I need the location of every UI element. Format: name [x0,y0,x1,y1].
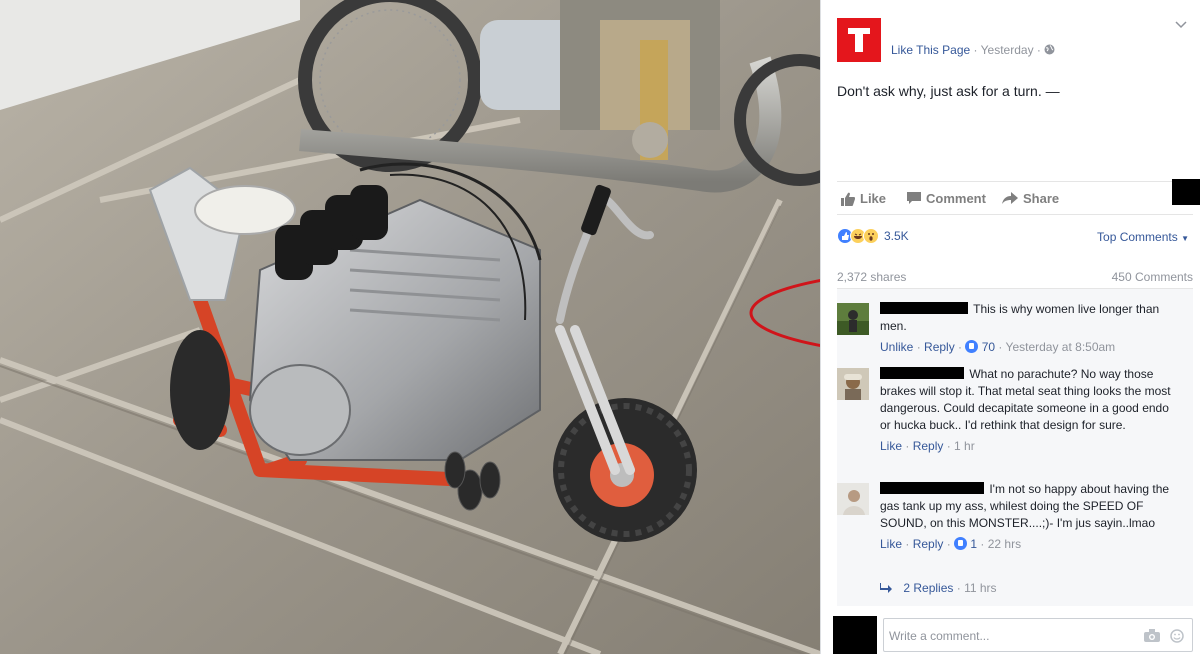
comment-time[interactable]: 22 hrs [988,537,1021,551]
like-label: Like [860,191,887,206]
commenter-avatar[interactable] [837,368,869,400]
like-link[interactable]: Like [880,537,902,551]
comment-actions: Unlike · Reply · 70 · Yesterday at 8:50a… [880,340,1116,354]
replies-label: 2 Replies [903,581,954,595]
comment-label: Comment [926,191,986,206]
post-meta: Like This Page · Yesterday · [891,43,1055,57]
reply-link[interactable]: Reply [913,439,944,453]
redacted-name [880,367,964,379]
caret-down-icon: ▼ [1181,234,1189,243]
post-actions-bar: Like Comment Share [837,179,1200,215]
comment-body: I'm not so happy about having the gas ta… [880,481,1181,532]
page-logo-icon [848,28,870,52]
redacted-avatar [1172,179,1200,205]
stats-row: 2,372 shares 450 Comments [837,270,1193,284]
share-arrow-icon [1002,192,1018,204]
comment-composer: Write a comment... [833,616,1193,654]
comment-actions: Like · Reply · 1 hr [880,439,975,453]
commenter-avatar[interactable] [837,483,869,515]
post-timestamp[interactable]: Yesterday [981,43,1034,57]
page-avatar[interactable] [837,18,881,62]
comment-item: This is why women live longer than men. … [837,301,1181,356]
comment-like-count[interactable]: 1 [970,537,977,551]
post-header: Like This Page · Yesterday · [837,18,1187,62]
top-comments-dropdown[interactable]: Top Comments ▼ [1097,230,1189,244]
meta-separator-2: · [1036,43,1041,57]
reply-link[interactable]: Reply [924,340,955,354]
comment-placeholder: Write a comment... [889,629,990,643]
comment-body: This is why women live longer than men. [880,301,1181,335]
meta-separator: · [973,43,978,57]
comment-like-count[interactable]: 70 [982,340,995,354]
post-options-chevron-icon[interactable] [1175,18,1187,32]
comment-item: I'm not so happy about having the gas ta… [837,481,1181,553]
comment-time[interactable]: 1 hr [954,439,975,453]
globe-icon [1044,44,1055,55]
post-text: Don't ask why, just ask for a turn. — [837,83,1060,99]
commenter-avatar[interactable] [837,303,869,335]
shares-count[interactable]: 2,372 shares [837,270,906,284]
share-button[interactable]: Share [1002,191,1059,206]
post-side-panel: Like This Page · Yesterday · Don't ask w… [820,0,1200,654]
redacted-name [880,482,984,494]
comment-body: What no parachute? No way those brakes w… [880,366,1181,434]
comment-item: What no parachute? No way those brakes w… [837,366,1181,455]
like-count-icon [954,537,968,550]
reply-arrow-icon [880,583,892,593]
share-label: Share [1023,191,1060,206]
unlike-link[interactable]: Unlike [880,340,913,354]
comment-bubble-icon [907,192,921,204]
post-photo[interactable] [0,0,820,654]
emoji-icon[interactable] [1170,629,1184,643]
reaction-count: 3.5K [884,229,909,243]
reply-link[interactable]: Reply [913,537,944,551]
comment-input[interactable]: Write a comment... [883,618,1193,652]
thumbs-up-icon [841,192,855,206]
minibike-photo-illustration [0,0,820,654]
comment-time[interactable]: Yesterday at 8:50am [1006,340,1116,354]
redacted-name [880,302,968,314]
comment-button[interactable]: Comment [907,191,986,206]
top-comments-label: Top Comments [1097,230,1178,244]
like-link[interactable]: Like [880,439,902,453]
wow-icon [863,228,879,244]
like-page-link[interactable]: Like This Page [891,43,970,57]
like-button[interactable]: Like [841,191,886,206]
view-replies-link[interactable]: 2 Replies · 11 hrs [880,581,997,595]
reactions-row: 3.5K Top Comments ▼ [837,228,1193,248]
comment-actions: Like · Reply · 1 · 22 hrs [880,537,1022,551]
comments-count[interactable]: 450 Comments [1112,270,1193,284]
replies-time: 11 hrs [964,581,997,595]
like-count-icon [965,340,979,353]
redacted-user-avatar [833,616,877,654]
camera-icon[interactable] [1144,629,1160,642]
